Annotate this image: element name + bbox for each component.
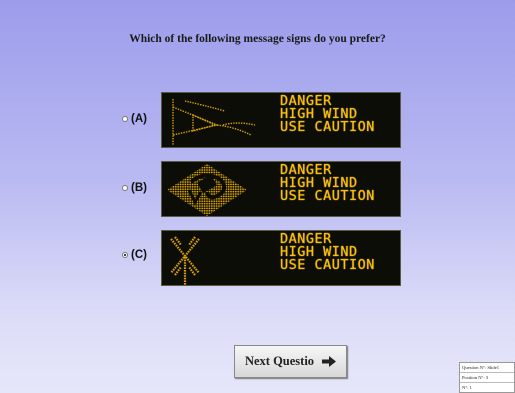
option-b[interactable]: (B) bbox=[122, 174, 160, 202]
next-question-label: Next Questio bbox=[244, 354, 315, 368]
arrow-right-icon bbox=[322, 356, 337, 367]
sign-b-line-3: USE CAUTION bbox=[280, 188, 375, 204]
sign-c-line-3: USE CAUTION bbox=[280, 257, 375, 273]
option-c-radio-label[interactable]: (C) bbox=[122, 249, 160, 261]
option-a-radio-label[interactable]: (A) bbox=[122, 113, 160, 125]
option-b-label: (B) bbox=[131, 182, 147, 194]
sign-b-message: DANGER HIGH WIND USE CAUTION bbox=[280, 163, 375, 204]
option-c-radio[interactable] bbox=[122, 252, 128, 258]
sign-c: DANGER HIGH WIND USE CAUTION bbox=[161, 230, 401, 286]
option-c-label: (C) bbox=[131, 249, 147, 261]
sign-a-line-3: USE CAUTION bbox=[280, 119, 375, 135]
sign-b: DANGER HIGH WIND USE CAUTION bbox=[161, 161, 401, 217]
option-b-radio[interactable] bbox=[122, 185, 128, 191]
sign-c-message: DANGER HIGH WIND USE CAUTION bbox=[280, 232, 375, 273]
option-b-radio-label[interactable]: (B) bbox=[122, 182, 160, 194]
next-question-button[interactable]: Next Questio bbox=[234, 345, 347, 378]
wind-diamond-icon bbox=[167, 164, 247, 216]
option-c[interactable]: (C) bbox=[122, 241, 160, 269]
flag-icon bbox=[172, 99, 256, 145]
info-position-no: Position N°: 3 bbox=[460, 373, 514, 383]
sign-a: DANGER HIGH WIND USE CAUTION bbox=[161, 92, 401, 148]
option-a-label: (A) bbox=[131, 113, 147, 125]
info-question-no: Question N°: Slide1 bbox=[460, 363, 514, 373]
question-info-box: Question N°: Slide1 Position N°: 3 N°: 1 bbox=[459, 362, 515, 393]
info-number: N°: 1 bbox=[462, 385, 472, 390]
question-text: Which of the following message signs do … bbox=[129, 33, 386, 45]
option-a-radio[interactable] bbox=[122, 116, 128, 122]
sign-a-message: DANGER HIGH WIND USE CAUTION bbox=[280, 94, 375, 135]
windmill-icon bbox=[170, 236, 200, 285]
option-a[interactable]: (A) bbox=[122, 105, 160, 133]
